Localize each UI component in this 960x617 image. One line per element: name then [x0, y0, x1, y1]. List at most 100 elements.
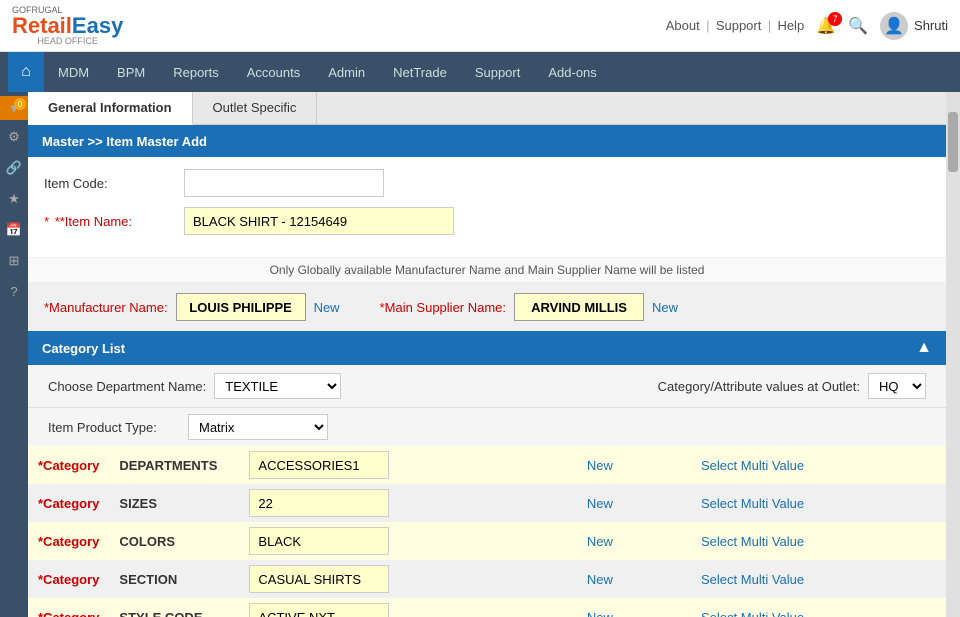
sidebar-grid-icon[interactable]: ⊞ [0, 246, 28, 275]
tab-general-information[interactable]: General Information [28, 92, 193, 125]
table-row: *Category COLORS New Select Multi Value [28, 522, 946, 560]
cat-select-multi-link[interactable]: Select Multi Value [701, 572, 804, 587]
nav-accounts[interactable]: Accounts [233, 52, 314, 92]
attr-select-group: Category/Attribute values at Outlet: HQ … [658, 373, 926, 399]
about-link[interactable]: About [666, 18, 700, 33]
logo-head-office: HEAD OFFICE [12, 37, 123, 46]
cat-name-label: COLORS [119, 534, 175, 549]
dept-select-row: Choose Department Name: TEXTILE ELECTRON… [28, 365, 946, 407]
user-name: Shruti [914, 18, 948, 33]
logo: GOFRUGAL RetailEasy HEAD OFFICE [12, 6, 123, 46]
cat-value-input[interactable] [249, 603, 389, 617]
grid-icon: ⊞ [9, 253, 20, 268]
table-row: *Category DEPARTMENTS New Select Multi V… [28, 446, 946, 484]
header-links: About | Support | Help [666, 18, 804, 33]
cat-name-label: STYLE CODE [119, 610, 202, 617]
cat-required-label: *Category [38, 496, 99, 511]
product-type-row: Item Product Type: Matrix Standard Lot [28, 407, 946, 446]
info-text: Only Globally available Manufacturer Nam… [28, 257, 946, 283]
cat-value-input[interactable] [249, 451, 389, 479]
cat-value-input[interactable] [249, 565, 389, 593]
supplier-new-link[interactable]: New [652, 300, 678, 315]
logo-easy: Easy [72, 13, 123, 38]
sidebar-filter-icon[interactable]: ▼ 0 [0, 96, 28, 120]
star-icon: ★ [8, 191, 20, 206]
cat-new-link[interactable]: New [581, 458, 619, 473]
cat-new-link[interactable]: New [581, 610, 619, 617]
home-nav-item[interactable]: ⌂ [8, 52, 44, 92]
help-icon: ? [10, 284, 17, 299]
support-link[interactable]: Support [716, 18, 762, 33]
cat-select-multi-link[interactable]: Select Multi Value [701, 610, 804, 617]
filter-badge: 0 [14, 98, 26, 110]
notifications-bell[interactable]: 🔔 7 [816, 16, 836, 36]
manufacturer-label: *Manufacturer Name: [44, 300, 168, 315]
logo-retail: Retail [12, 13, 72, 38]
app-header: GOFRUGAL RetailEasy HEAD OFFICE About | … [0, 0, 960, 52]
cat-name-label: SECTION [119, 572, 177, 587]
navbar: ⌂ MDM BPM Reports Accounts Admin NetTrad… [0, 52, 960, 92]
cat-new-link[interactable]: New [581, 572, 619, 587]
sidebar-settings-icon[interactable]: ⚙ [0, 122, 28, 151]
category-content: Choose Department Name: TEXTILE ELECTRON… [28, 365, 946, 617]
nav-addons[interactable]: Add-ons [534, 52, 610, 92]
cat-select-multi-link[interactable]: Select Multi Value [701, 534, 804, 549]
scrollbar[interactable] [946, 92, 960, 617]
manufacturer-row: *Manufacturer Name: LOUIS PHILIPPE New *… [28, 283, 946, 331]
tab-bar: General Information Outlet Specific [28, 92, 946, 125]
main-area: ▼ 0 ⚙ 🔗 ★ 📅 ⊞ ? General Information Outl… [0, 92, 960, 617]
content-area: General Information Outlet Specific Mast… [28, 92, 946, 617]
cat-new-link[interactable]: New [581, 496, 619, 511]
avatar: 👤 [880, 12, 908, 40]
dept-select[interactable]: TEXTILE ELECTRONICS FOOD [214, 373, 341, 399]
manufacturer-value: LOUIS PHILIPPE [176, 293, 306, 321]
nav-support[interactable]: Support [461, 52, 535, 92]
nav-bpm[interactable]: BPM [103, 52, 159, 92]
product-type-select[interactable]: Matrix Standard Lot [188, 414, 328, 440]
sidebar-help-icon[interactable]: ? [0, 277, 28, 305]
attr-select[interactable]: HQ ALL [868, 373, 926, 399]
nav-nettrade[interactable]: NetTrade [379, 52, 461, 92]
manufacturer-new-link[interactable]: New [314, 300, 340, 315]
category-table: *Category DEPARTMENTS New Select Multi V… [28, 446, 946, 617]
category-list-title: Category List [42, 341, 125, 356]
tab-outlet-specific[interactable]: Outlet Specific [193, 92, 318, 124]
section-header: Master >> Item Master Add [28, 125, 946, 157]
breadcrumb: Master >> Item Master Add [42, 134, 207, 149]
table-row: *Category STYLE CODE New Select Multi Va… [28, 598, 946, 617]
cat-required-label: *Category [38, 534, 99, 549]
form-area: Item Code: **Item Name: [28, 157, 946, 257]
cat-name-label: DEPARTMENTS [119, 458, 217, 473]
cat-value-input[interactable] [249, 489, 389, 517]
table-row: *Category SIZES New Select Multi Value [28, 484, 946, 522]
sidebar-star-icon[interactable]: ★ [0, 184, 28, 213]
search-icon[interactable]: 🔍 [848, 16, 868, 36]
cat-value-input[interactable] [249, 527, 389, 555]
product-type-label: Item Product Type: [48, 420, 188, 435]
cat-new-link[interactable]: New [581, 534, 619, 549]
cat-select-multi-link[interactable]: Select Multi Value [701, 496, 804, 511]
nav-reports[interactable]: Reports [159, 52, 233, 92]
item-code-row: Item Code: [44, 169, 930, 197]
manufacturer-group: *Manufacturer Name: LOUIS PHILIPPE New [44, 293, 340, 321]
settings-icon: ⚙ [8, 129, 20, 144]
help-link[interactable]: Help [777, 18, 804, 33]
scroll-up-arrow[interactable]: ▲ [916, 339, 932, 357]
link-icon: 🔗 [6, 160, 22, 175]
calendar-icon: 📅 [6, 222, 22, 237]
nav-mdm[interactable]: MDM [44, 52, 103, 92]
supplier-label: *Main Supplier Name: [380, 300, 506, 315]
scroll-thumb[interactable] [948, 112, 958, 172]
item-code-input[interactable] [184, 169, 384, 197]
item-name-label: **Item Name: [44, 214, 184, 229]
user-profile[interactable]: 👤 Shruti [880, 12, 948, 40]
cat-name-label: SIZES [119, 496, 157, 511]
cat-required-label: *Category [38, 610, 99, 617]
cat-select-multi-link[interactable]: Select Multi Value [701, 458, 804, 473]
item-name-input[interactable] [184, 207, 454, 235]
supplier-value: ARVIND MILLIS [514, 293, 644, 321]
sidebar-calendar-icon[interactable]: 📅 [0, 215, 28, 244]
nav-admin[interactable]: Admin [314, 52, 379, 92]
sidebar-link-icon[interactable]: 🔗 [0, 153, 28, 182]
attr-label: Category/Attribute values at Outlet: [658, 379, 860, 394]
